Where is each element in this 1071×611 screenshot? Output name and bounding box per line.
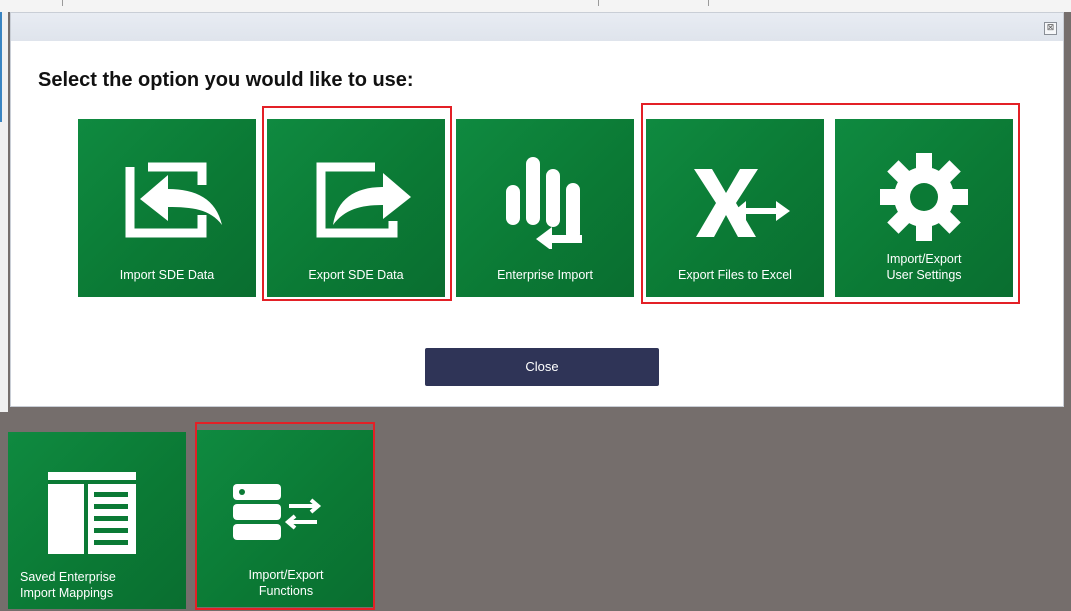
tile-label: Enterprise Import: [497, 268, 593, 282]
dialog-header: ⊠: [11, 13, 1063, 41]
select-option-dialog: ⊠ Select the option you would like to us…: [10, 12, 1064, 407]
app-top-strip: [0, 0, 1071, 12]
excel-export-icon: [694, 169, 790, 237]
export-sde-data-tile[interactable]: Export SDE Data: [267, 119, 445, 297]
tile-label: Export SDE Data: [308, 268, 404, 282]
accent-bar: [0, 12, 2, 122]
document-list-icon: [48, 472, 136, 554]
left-window-edge: [0, 12, 8, 412]
saved-enterprise-import-mappings-tile[interactable]: Saved Enterprise Import Mappings: [8, 432, 186, 609]
gear-icon: [880, 153, 968, 241]
tile-label: Import/Export User Settings: [886, 252, 962, 282]
divider: [708, 0, 709, 6]
enterprise-import-icon: [506, 157, 582, 249]
import-export-user-settings-tile[interactable]: Import/Export User Settings: [835, 119, 1013, 297]
tile-label: Export Files to Excel: [678, 268, 792, 282]
divider: [62, 0, 63, 6]
import-sde-data-tile[interactable]: Import SDE Data: [78, 119, 256, 297]
tile-label: Import SDE Data: [119, 268, 215, 282]
export-files-to-excel-tile[interactable]: Export Files to Excel: [646, 119, 824, 297]
database-transfer-icon: [233, 484, 322, 540]
tile-label: Import/Export Functions: [248, 568, 324, 598]
export-arrow-icon: [316, 162, 411, 238]
import-arrow-icon: [125, 162, 222, 238]
close-icon[interactable]: ⊠: [1044, 22, 1057, 35]
page-title: Select the option you would like to use:: [38, 69, 414, 91]
enterprise-import-tile[interactable]: Enterprise Import: [456, 119, 634, 297]
divider: [598, 0, 599, 6]
import-export-functions-tile[interactable]: Import/Export Functions: [197, 430, 375, 607]
tile-label: Saved Enterprise Import Mappings: [20, 570, 116, 600]
close-button[interactable]: Close: [425, 348, 659, 386]
